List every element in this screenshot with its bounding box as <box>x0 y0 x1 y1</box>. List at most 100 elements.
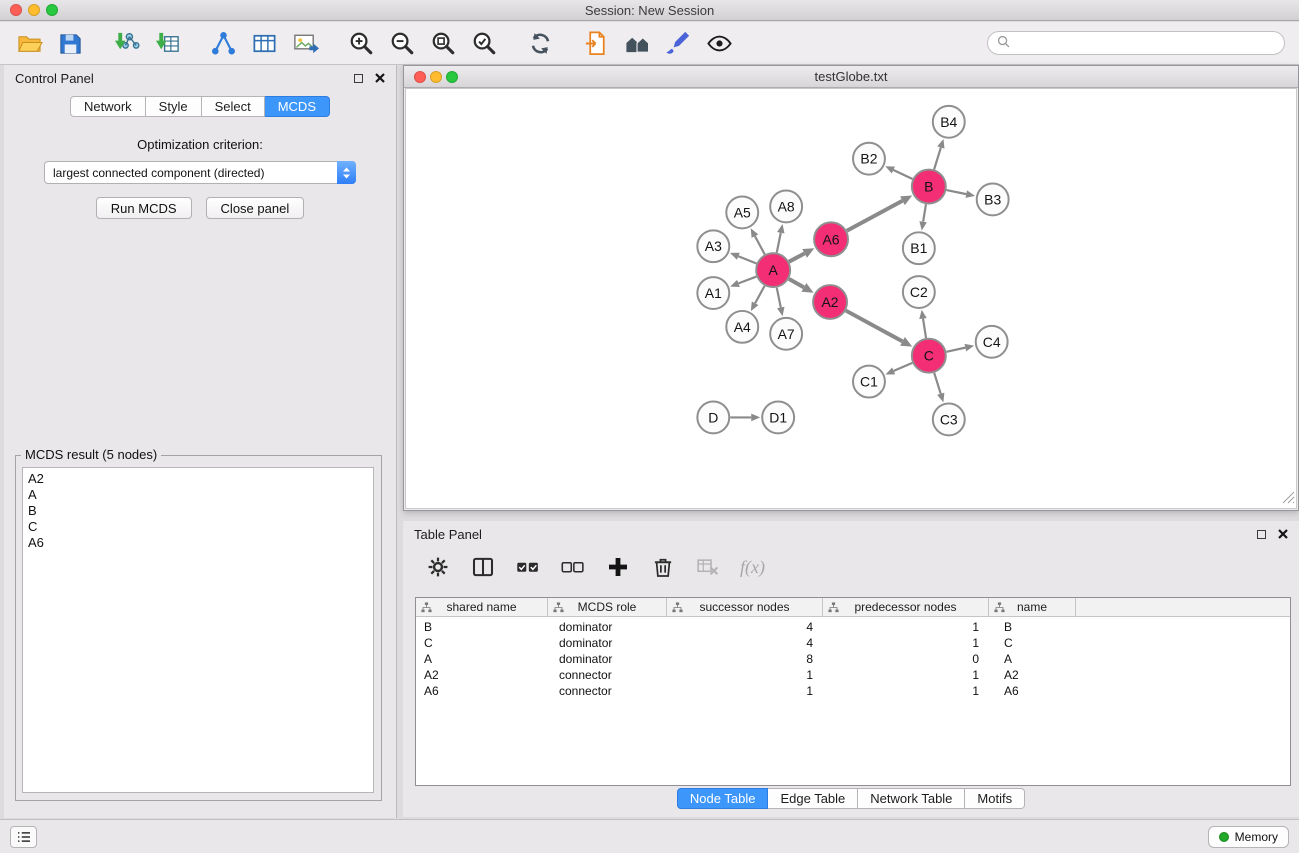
graph-node-A1[interactable]: A1 <box>697 277 729 309</box>
criterion-dropdown[interactable]: largest connected component (directed) <box>44 161 356 184</box>
graph-node-C3[interactable]: C3 <box>933 403 965 435</box>
graph-edge-C-C4[interactable] <box>946 348 965 352</box>
export-image-icon[interactable] <box>290 28 320 58</box>
graph-node-C[interactable]: C <box>912 339 946 373</box>
graph-edge-C-C2[interactable] <box>923 319 926 338</box>
function-builder-icon[interactable]: f(x) <box>740 557 765 578</box>
float-table-panel-icon[interactable] <box>1257 530 1266 539</box>
table-row[interactable]: Cdominator41C <box>416 635 1290 651</box>
network-canvas[interactable]: B4B2BB3A5A8A6B1A3AA1C2A2A4A7C4C1CC3DD1 <box>405 88 1297 509</box>
network-close-button[interactable] <box>414 71 426 83</box>
task-history-button[interactable] <box>10 826 37 848</box>
graph-node-A6[interactable]: A6 <box>814 222 848 256</box>
graph-node-A5[interactable]: A5 <box>726 196 758 228</box>
graph-node-B[interactable]: B <box>912 170 946 204</box>
graph-node-C4[interactable]: C4 <box>976 326 1008 358</box>
graph-node-A2[interactable]: A2 <box>813 285 847 319</box>
open-session-icon[interactable] <box>14 28 44 58</box>
mcds-result-item[interactable]: B <box>28 503 368 519</box>
graph-edge-B-B2[interactable] <box>893 170 912 179</box>
graph-node-B3[interactable]: B3 <box>977 184 1009 216</box>
new-network-icon[interactable] <box>208 28 238 58</box>
tab-node-table[interactable]: Node Table <box>677 788 769 809</box>
mcds-result-item[interactable]: A6 <box>28 535 368 551</box>
zoom-window-button[interactable] <box>46 4 58 16</box>
graph-edge-A-A6[interactable] <box>789 253 805 261</box>
graph-edge-B-B3[interactable] <box>946 190 966 194</box>
deselect-all-icon[interactable] <box>558 552 588 582</box>
select-all-icon[interactable] <box>513 552 543 582</box>
network-minimize-button[interactable] <box>430 71 442 83</box>
mcds-result-item[interactable]: A2 <box>28 471 368 487</box>
graph-edge-A-A3[interactable] <box>738 256 756 263</box>
graph-node-B2[interactable]: B2 <box>853 143 885 175</box>
graph-node-B4[interactable]: B4 <box>933 106 965 138</box>
mcds-result-list[interactable]: A2ABCA6 <box>22 467 374 793</box>
graph-node-C2[interactable]: C2 <box>903 276 935 308</box>
new-table-icon[interactable] <box>249 28 279 58</box>
refresh-icon[interactable] <box>525 28 555 58</box>
delete-table-icon[interactable] <box>693 552 723 582</box>
graph-edge-A-A4[interactable] <box>755 286 764 303</box>
tab-select[interactable]: Select <box>202 96 265 117</box>
graph-edge-A6-B[interactable] <box>847 201 903 231</box>
table-row[interactable]: A6connector11A6 <box>416 683 1290 699</box>
table-row[interactable]: Adominator80A <box>416 651 1290 667</box>
mcds-result-item[interactable]: C <box>28 519 368 535</box>
graph-node-D1[interactable]: D1 <box>762 402 794 434</box>
float-panel-icon[interactable] <box>354 74 363 83</box>
resize-handle-icon[interactable] <box>1282 491 1295 507</box>
split-view-icon[interactable] <box>468 552 498 582</box>
column-header-successor-nodes[interactable]: successor nodes <box>667 598 823 616</box>
network-zoom-button[interactable] <box>446 71 458 83</box>
graph-edge-C-C3[interactable] <box>934 373 941 394</box>
graph-node-C1[interactable]: C1 <box>853 366 885 398</box>
close-table-panel-x-icon[interactable] <box>1278 529 1288 539</box>
zoom-fit-icon[interactable] <box>428 28 458 58</box>
tab-style[interactable]: Style <box>146 96 202 117</box>
graph-node-A4[interactable]: A4 <box>726 311 758 343</box>
session-home-icon[interactable] <box>622 28 652 58</box>
graph-edge-A-A1[interactable] <box>738 277 756 284</box>
column-header-predecessor-nodes[interactable]: predecessor nodes <box>823 598 989 616</box>
run-mcds-button[interactable]: Run MCDS <box>96 197 192 219</box>
tab-network[interactable]: Network <box>70 96 146 117</box>
graph-node-A8[interactable]: A8 <box>770 191 802 223</box>
close-panel-button[interactable]: Close panel <box>206 197 305 219</box>
column-header-mcds-role[interactable]: MCDS role <box>548 598 667 616</box>
graph-edge-A2-C[interactable] <box>846 311 903 342</box>
search-input[interactable] <box>1015 36 1275 50</box>
graph-edge-C-C1[interactable] <box>894 363 913 371</box>
tab-edge-table[interactable]: Edge Table <box>768 788 858 809</box>
export-document-icon[interactable] <box>581 28 611 58</box>
tab-motifs[interactable]: Motifs <box>965 788 1025 809</box>
graph-node-A3[interactable]: A3 <box>697 230 729 262</box>
table-settings-icon[interactable] <box>423 552 453 582</box>
mcds-result-item[interactable]: A <box>28 487 368 503</box>
import-network-icon[interactable] <box>111 28 141 58</box>
graph-node-D[interactable]: D <box>697 402 729 434</box>
graph-edge-A-A8[interactable] <box>777 233 781 253</box>
save-session-icon[interactable] <box>55 28 85 58</box>
close-panel-x-icon[interactable] <box>375 73 385 83</box>
zoom-out-icon[interactable] <box>387 28 417 58</box>
toggle-visibility-icon[interactable] <box>704 28 734 58</box>
search-box[interactable] <box>987 31 1285 55</box>
memory-button[interactable]: Memory <box>1208 826 1289 848</box>
apply-style-icon[interactable] <box>663 28 693 58</box>
graph-edge-B-B1[interactable] <box>923 204 926 221</box>
network-window-titlebar[interactable]: testGlobe.txt <box>404 66 1298 88</box>
graph-edge-A-A2[interactable] <box>789 279 804 287</box>
tab-mcds[interactable]: MCDS <box>265 96 330 117</box>
tab-network-table[interactable]: Network Table <box>858 788 965 809</box>
graph-edge-A-A7[interactable] <box>777 288 781 308</box>
zoom-in-icon[interactable] <box>346 28 376 58</box>
delete-entry-icon[interactable] <box>648 552 678 582</box>
graph-node-B1[interactable]: B1 <box>903 232 935 264</box>
close-window-button[interactable] <box>10 4 22 16</box>
table-row[interactable]: A2connector11A2 <box>416 667 1290 683</box>
add-entry-icon[interactable] <box>603 552 633 582</box>
graph-node-A[interactable]: A <box>756 253 790 287</box>
zoom-selected-icon[interactable] <box>469 28 499 58</box>
import-table-icon[interactable] <box>152 28 182 58</box>
